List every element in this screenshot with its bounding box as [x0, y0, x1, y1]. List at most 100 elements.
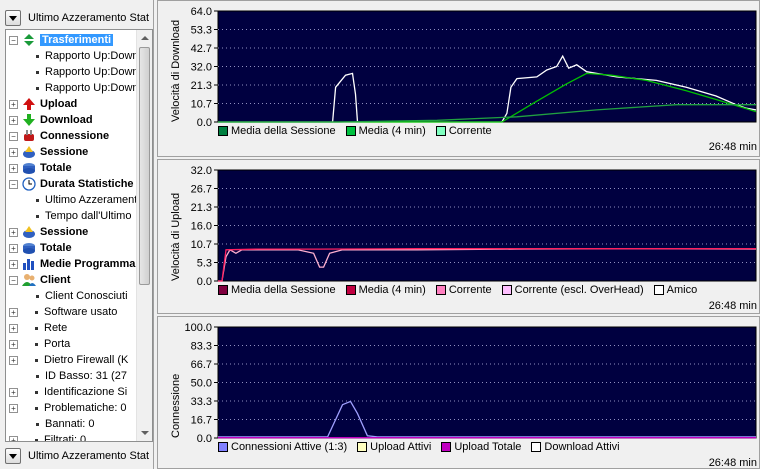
expand-icon[interactable]: + — [9, 403, 18, 413]
legend-swatch — [218, 285, 228, 295]
tick-label: 16.0 — [191, 221, 212, 233]
expand-icon[interactable]: + — [9, 227, 18, 237]
dropdown-arrow-icon[interactable] — [5, 448, 21, 464]
tree-item[interactable]: − Client — [6, 272, 136, 288]
tree-leaf-bullet — [35, 342, 38, 346]
tree-leaf-bullet — [36, 374, 39, 378]
tree-item[interactable]: Ultimo Azzeramento — [6, 192, 136, 208]
tree-item[interactable]: Rapporto Up:Down — [6, 80, 136, 96]
expand-icon[interactable]: + — [9, 147, 18, 157]
tick-label: 100.0 — [184, 322, 212, 334]
elapsed-time-label: 26:48 min — [708, 141, 757, 153]
legend-label: Upload Totale — [454, 441, 522, 453]
tree-item[interactable]: + Identificazione Si — [6, 384, 136, 400]
tree-item[interactable]: + Sessione — [6, 224, 136, 240]
plug-icon — [21, 129, 37, 143]
expand-icon[interactable]: + — [9, 387, 18, 397]
tree-item[interactable]: − Durata Statistiche — [6, 176, 136, 192]
legend-swatch — [345, 126, 356, 136]
tree-item[interactable]: + Rete — [6, 320, 136, 336]
session-icon — [21, 145, 37, 159]
legend-label: Amico — [666, 284, 698, 296]
tree-item-label: Bannati: 0 — [45, 418, 95, 430]
tree-item-label: Dietro Firewall (K — [44, 354, 129, 366]
expand-icon[interactable]: + — [9, 243, 18, 253]
tree-item[interactable]: + Totale — [6, 160, 136, 176]
expand-icon[interactable]: + — [9, 115, 18, 125]
tree-item[interactable]: + Porta — [6, 336, 136, 352]
red-up-arrow-icon — [21, 97, 37, 111]
expand-icon[interactable]: + — [9, 259, 18, 269]
legend-swatch — [501, 285, 512, 295]
tree-item[interactable]: + Sessione — [6, 144, 136, 160]
expand-icon[interactable]: + — [9, 435, 18, 441]
tick-label: 33.3 — [191, 396, 212, 408]
legend-swatch — [441, 442, 452, 452]
top-dropdown-label: Ultimo Azzeramento Stat — [28, 12, 150, 24]
legend-item: Download Attivi — [531, 441, 620, 453]
tick-label: 64.0 — [191, 6, 212, 18]
tree-item[interactable]: + Dietro Firewall (K — [6, 352, 136, 368]
collapse-icon[interactable]: − — [9, 35, 18, 45]
tree-leaf-bullet — [36, 54, 39, 58]
tree-item[interactable]: + Medie Programma — [6, 256, 136, 272]
tree-item-label: Software usato — [44, 306, 118, 318]
users-icon — [21, 273, 37, 287]
expand-icon[interactable]: + — [9, 339, 18, 349]
tree-item-label: Trasferimenti — [40, 34, 114, 46]
tick-label: 16.7 — [191, 415, 212, 427]
legend-item: Media (4 min) — [345, 125, 426, 137]
legend-item: Media (4 min) — [345, 284, 426, 296]
expand-icon[interactable]: + — [9, 307, 18, 317]
tree-item[interactable]: + Software usato — [6, 304, 136, 320]
expand-icon[interactable]: + — [9, 163, 18, 173]
expand-icon[interactable]: + — [9, 323, 18, 333]
collapse-icon[interactable]: − — [9, 179, 18, 189]
top-period-dropdown[interactable]: Ultimo Azzeramento Stat — [5, 8, 151, 28]
y-axis-title: Velocità di Download — [170, 19, 182, 122]
tree-scrollbar[interactable] — [136, 30, 152, 441]
tree-item-label: Porta — [44, 338, 71, 350]
tree-item[interactable]: + Filtrati: 0 — [6, 432, 136, 442]
session-icon — [21, 225, 37, 239]
dropdown-arrow-icon[interactable] — [5, 10, 21, 26]
tree-item[interactable]: ID Basso: 31 (27 — [6, 368, 136, 384]
tree-item[interactable]: Rapporto Up:Down — [6, 48, 136, 64]
tree-item[interactable]: + Problematiche: 0 — [6, 400, 136, 416]
tree-item-label: Client — [40, 274, 71, 286]
tree-item-label: Upload — [40, 98, 78, 110]
statistics-tree[interactable]: − Trasferimenti Rapporto Up:Down Rapporto U… — [5, 29, 153, 442]
scroll-up-icon[interactable] — [137, 30, 152, 46]
legend-item: Corrente (escl. OverHead) — [501, 284, 644, 296]
tree-item[interactable]: + Upload — [6, 96, 136, 112]
tree-item[interactable]: − Trasferimenti — [6, 32, 136, 48]
tree-item[interactable]: + Download — [6, 112, 136, 128]
tick-label: 32.0 — [191, 62, 212, 74]
tree-leaf-bullet — [35, 390, 38, 394]
tree-item-label: Sessione — [40, 146, 89, 158]
scroll-down-icon[interactable] — [137, 425, 152, 441]
tree-item[interactable]: Rapporto Up:Down — [6, 64, 136, 80]
tree-leaf-bullet — [36, 198, 39, 202]
tree-item-label: Filtrati: 0 — [44, 434, 87, 442]
tree-leaf-bullet — [36, 422, 39, 426]
legend-label: Corrente (escl. OverHead) — [514, 284, 644, 296]
tick-label: 0.0 — [197, 276, 212, 288]
tree-item[interactable]: Tempo dall'Ultimo — [6, 208, 136, 224]
collapse-icon[interactable]: − — [9, 131, 18, 141]
tree-item[interactable]: Bannati: 0 — [6, 416, 136, 432]
legend-label: Connessioni Attive (1:3) — [231, 441, 348, 453]
collapse-icon[interactable]: − — [9, 275, 18, 285]
tree-item[interactable]: Client Conosciuti — [6, 288, 136, 304]
scrollbar-thumb[interactable] — [139, 47, 150, 285]
tree-item[interactable]: + Totale — [6, 240, 136, 256]
tree-item-label: Client Conosciuti — [45, 290, 128, 302]
legend-swatch — [435, 126, 446, 136]
tree-item-label: Download — [40, 114, 93, 126]
expand-icon[interactable]: + — [9, 355, 18, 365]
tree-item[interactable]: − Connessione — [6, 128, 136, 144]
tick-label: 26.7 — [191, 184, 212, 196]
tick-label: 66.7 — [191, 359, 212, 371]
expand-icon[interactable]: + — [9, 99, 18, 109]
bottom-period-dropdown[interactable]: Ultimo Azzeramento Stat — [5, 446, 151, 466]
